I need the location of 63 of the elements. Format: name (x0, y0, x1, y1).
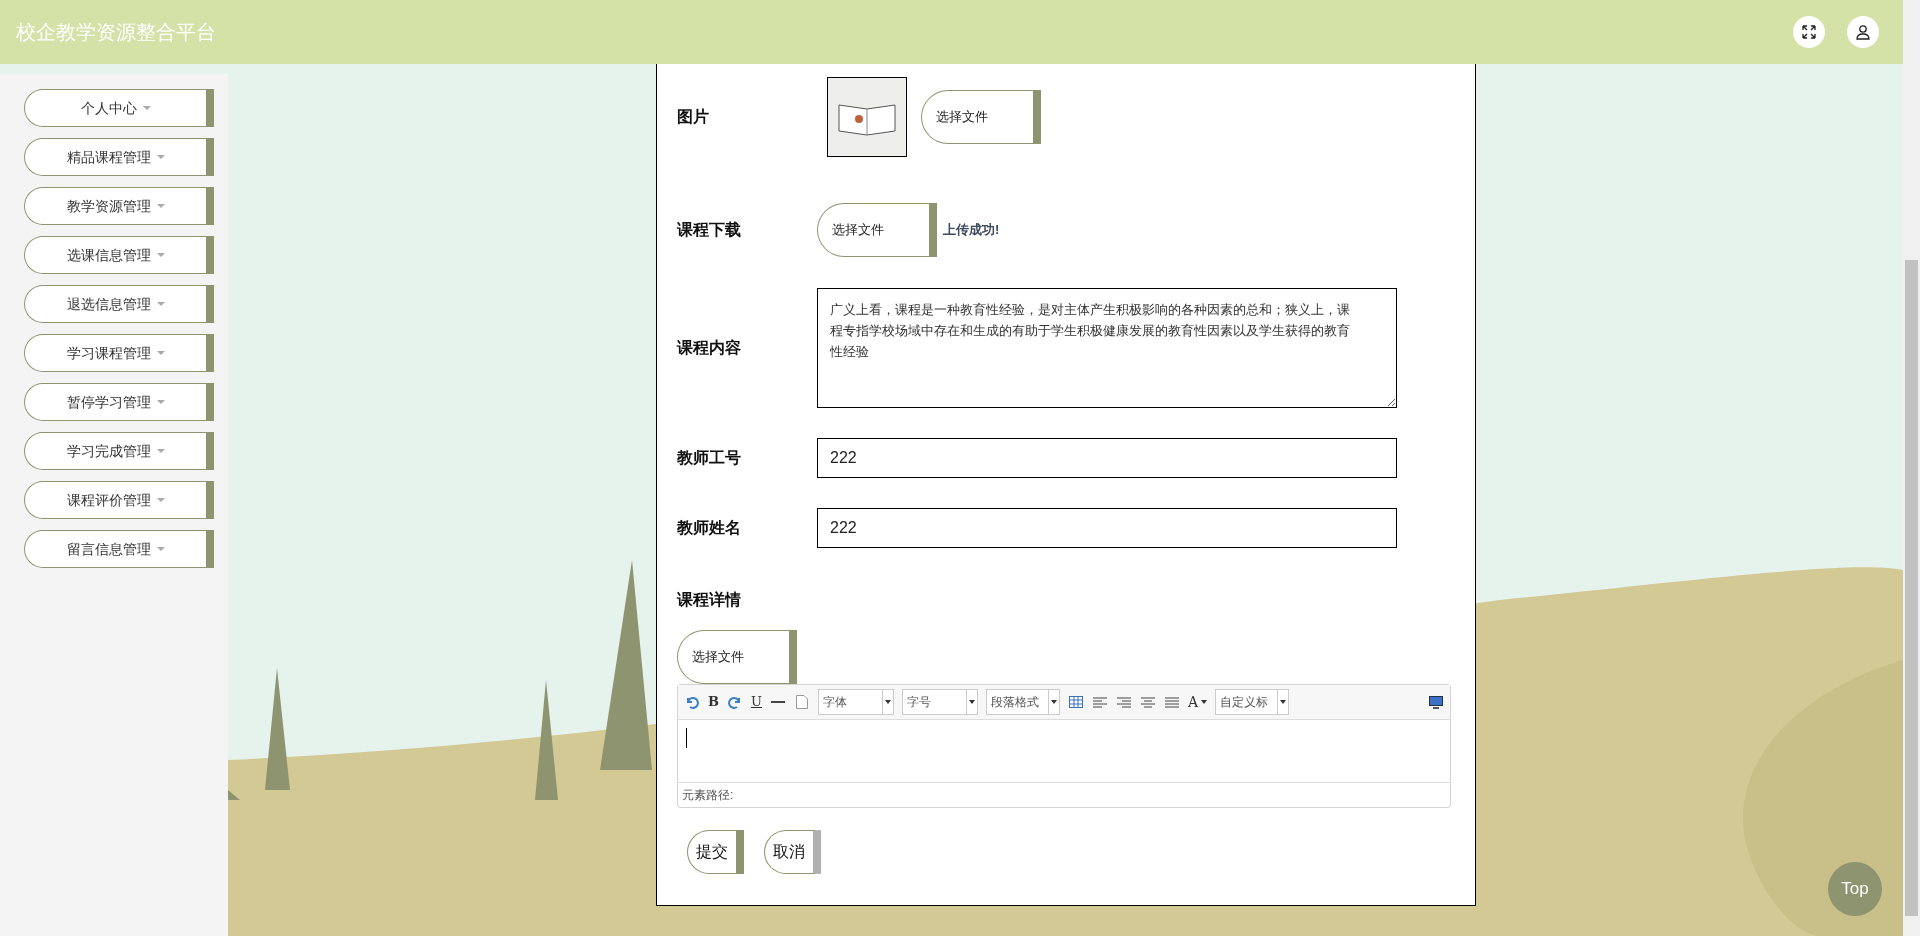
field-label: 课程内容 (677, 338, 742, 358)
field-label: 课程详情 (677, 590, 742, 610)
sidebar-menu-item[interactable]: 选课信息管理 (24, 236, 214, 274)
caret-icon (1277, 690, 1289, 714)
text-input-field[interactable]: 222 (817, 508, 1397, 548)
submit-button[interactable]: 提交 (687, 830, 744, 874)
user-button[interactable] (1847, 16, 1879, 48)
field-label: 课程下载 (677, 220, 742, 240)
bold-button[interactable]: B (708, 692, 719, 712)
dropdown[interactable]: 字体 (817, 689, 894, 715)
sidebar-menu-item[interactable]: 学习课程管理 (24, 334, 214, 372)
caret-icon (156, 547, 165, 551)
dropdown[interactable]: 段落格式 (985, 689, 1060, 715)
cancel-button[interactable]: 取消 (764, 830, 821, 874)
sidebar-menu-item[interactable]: 教学资源管理 (24, 187, 214, 225)
dropdown[interactable]: 自定义标 (1215, 689, 1290, 715)
user-icon (1855, 24, 1871, 40)
upload-status: 上传成功! (943, 221, 1000, 240)
dropdown[interactable]: 字号 (901, 689, 978, 715)
field-label: 图片 (677, 107, 710, 127)
expand-icon (1801, 24, 1817, 40)
caret-icon (156, 351, 165, 355)
caret-icon (965, 690, 977, 714)
caret-icon (156, 449, 165, 453)
sidebar-menu-item[interactable]: 学习完成管理 (24, 432, 214, 470)
underline-button[interactable]: U (751, 692, 762, 712)
caret-icon (156, 400, 165, 404)
site-title: 校企教学资源整合平台 (16, 20, 216, 45)
page-icon[interactable] (793, 694, 810, 710)
sidebar-menu-item[interactable]: 退选信息管理 (24, 285, 214, 323)
choose-file-button[interactable]: 选择文件 (817, 203, 937, 257)
text-input-field[interactable]: 222 (817, 438, 1397, 478)
scrollbar[interactable] (1903, 0, 1920, 936)
choose-file-button[interactable]: 选择文件 (677, 630, 797, 684)
align-center-icon[interactable] (1139, 694, 1156, 710)
caret-icon (156, 204, 165, 208)
sidebar-menu-item[interactable]: 个人中心 (24, 89, 214, 127)
caret-icon (881, 690, 893, 714)
element-path-label: 元素路径: (678, 782, 1450, 807)
table-icon[interactable] (1067, 694, 1084, 710)
caret-icon (142, 106, 151, 110)
align-left-icon[interactable] (1091, 694, 1108, 710)
sidebar-menu-item[interactable]: 课程评价管理 (24, 481, 214, 519)
redo-icon[interactable] (727, 694, 743, 710)
caret-icon (1201, 700, 1208, 704)
monitor-icon[interactable] (1428, 694, 1444, 710)
sidebar-menu-item[interactable]: 精品课程管理 (24, 138, 214, 176)
field-label: 教师姓名 (677, 518, 742, 538)
caret-icon (156, 498, 165, 502)
choose-file-button[interactable]: 选择文件 (921, 90, 1041, 144)
fullscreen-button[interactable] (1793, 16, 1825, 48)
sidebar-menu-item[interactable]: 留言信息管理 (24, 530, 214, 568)
caret-icon (156, 253, 165, 257)
undo-icon[interactable] (684, 694, 700, 710)
caret-icon (1047, 690, 1059, 714)
sidebar-menu-item[interactable]: 暂停学习管理 (24, 383, 214, 421)
caret-icon (156, 302, 165, 306)
field-label: 教师工号 (677, 448, 742, 468)
justify-icon[interactable] (1163, 694, 1180, 710)
textarea-field[interactable]: 广义上看，课程是一种教育性经验，是对主体产生积极影响的各种因素的总和；狭义上，课程专指学校场域中存在和生成的有助于学生积极健康发展的教育性因素以及学生获得的教育性经验 (817, 288, 1397, 408)
align-right-icon[interactable] (1115, 694, 1132, 710)
caret-icon (156, 155, 165, 159)
font-color-button[interactable]: A (1187, 691, 1208, 713)
